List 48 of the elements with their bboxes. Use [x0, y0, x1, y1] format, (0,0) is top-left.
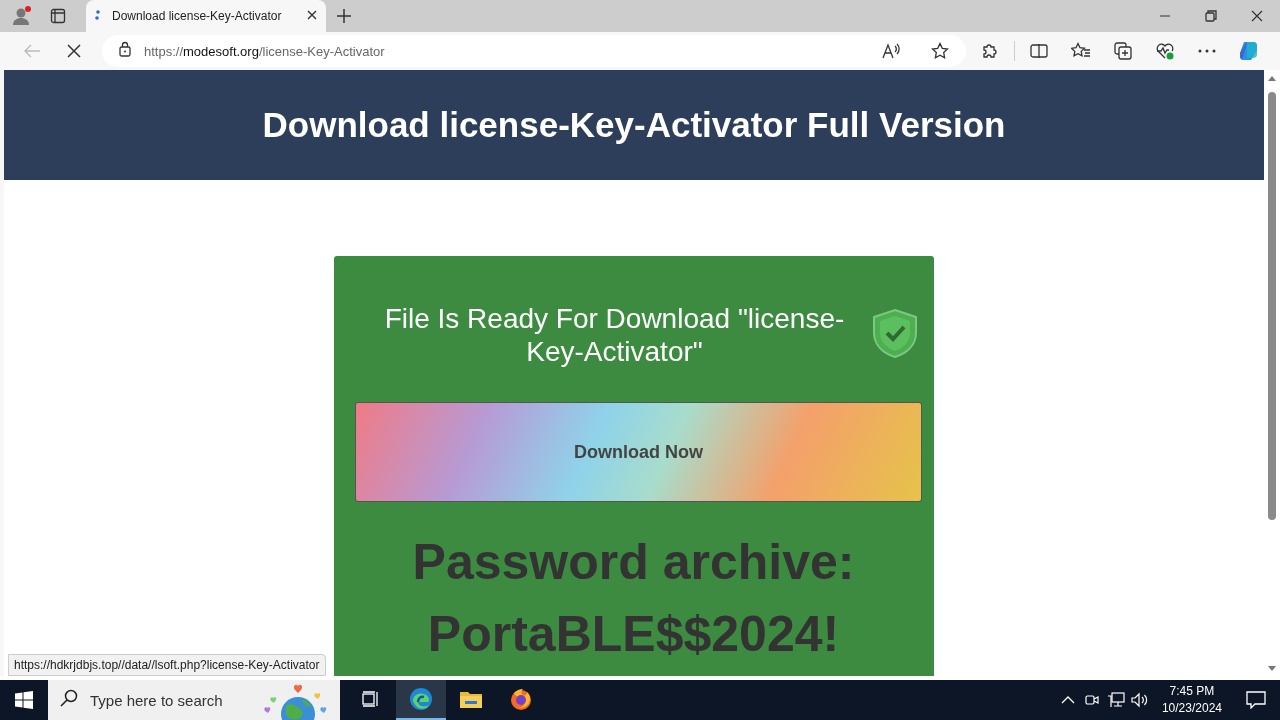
- close-icon[interactable]: [306, 8, 318, 21]
- health-icon[interactable]: [1155, 42, 1175, 60]
- tab-title: Download license-Key-Activator: [112, 9, 283, 23]
- collections-icon[interactable]: [1114, 42, 1132, 60]
- status-url: https://hdkrjdbjs.top//data//lsoft.php?license-Key-Activator: [8, 654, 326, 676]
- lock-icon[interactable]: [118, 41, 132, 57]
- favorites-icon[interactable]: [1071, 42, 1091, 60]
- windows-icon[interactable]: [15, 691, 33, 709]
- loading-icon: [94, 7, 102, 22]
- search-icon: [60, 689, 78, 707]
- scroll-up-icon[interactable]: [1268, 75, 1276, 81]
- extensions-icon[interactable]: [981, 42, 999, 60]
- notifications-icon[interactable]: [1246, 691, 1266, 709]
- close-icon[interactable]: [1251, 10, 1263, 22]
- firefox-icon: [509, 687, 533, 711]
- copilot-icon[interactable]: [1238, 40, 1260, 62]
- new-tab-icon[interactable]: [336, 8, 352, 24]
- restore-icon[interactable]: [1205, 10, 1217, 22]
- stop-icon[interactable]: [66, 43, 82, 59]
- shield-check-icon: [871, 308, 918, 358]
- folder-icon: [459, 689, 483, 709]
- address-bar[interactable]: https://modesoft.org/license-Key-Activator: [102, 35, 966, 67]
- more-icon[interactable]: [1198, 49, 1216, 53]
- browser-tab[interactable]: Download license-Key-Activator: [86, 0, 326, 32]
- chevron-up-icon[interactable]: [1060, 696, 1075, 704]
- split-screen-icon[interactable]: [1030, 43, 1048, 59]
- download-button[interactable]: Download Now: [355, 402, 922, 502]
- page-title: Download license-Key-Activator Full Version: [262, 105, 1006, 145]
- search-input[interactable]: Type here to search: [88, 690, 268, 710]
- search-field[interactable]: Type here to search: [48, 680, 340, 720]
- taskbar-app[interactable]: [396, 680, 446, 720]
- clock[interactable]: 7:45 PM 10/23/2024: [1161, 683, 1222, 717]
- card-title: File Is Ready For Download "license-Key-Activator": [383, 302, 846, 368]
- clock-time: 7:45 PM: [1169, 683, 1215, 700]
- star-icon[interactable]: [931, 42, 949, 60]
- camera-icon[interactable]: [1083, 692, 1100, 708]
- tab-actions-icon[interactable]: [50, 8, 66, 24]
- password-text: Password archive:: [411, 533, 856, 592]
- password-text: PortaBLE$$2024!: [426, 605, 841, 664]
- volume-icon[interactable]: [1130, 692, 1149, 708]
- url-text: https://modesoft.org/license-Key-Activator: [144, 43, 386, 59]
- profile-icon[interactable]: [12, 6, 32, 26]
- network-icon[interactable]: [1106, 692, 1125, 708]
- read-aloud-icon[interactable]: [882, 43, 902, 59]
- edge-icon: [409, 687, 433, 711]
- task-view-icon: [362, 691, 380, 707]
- clock-date: 10/23/2024: [1161, 700, 1222, 717]
- scroll-down-icon[interactable]: [1268, 665, 1276, 671]
